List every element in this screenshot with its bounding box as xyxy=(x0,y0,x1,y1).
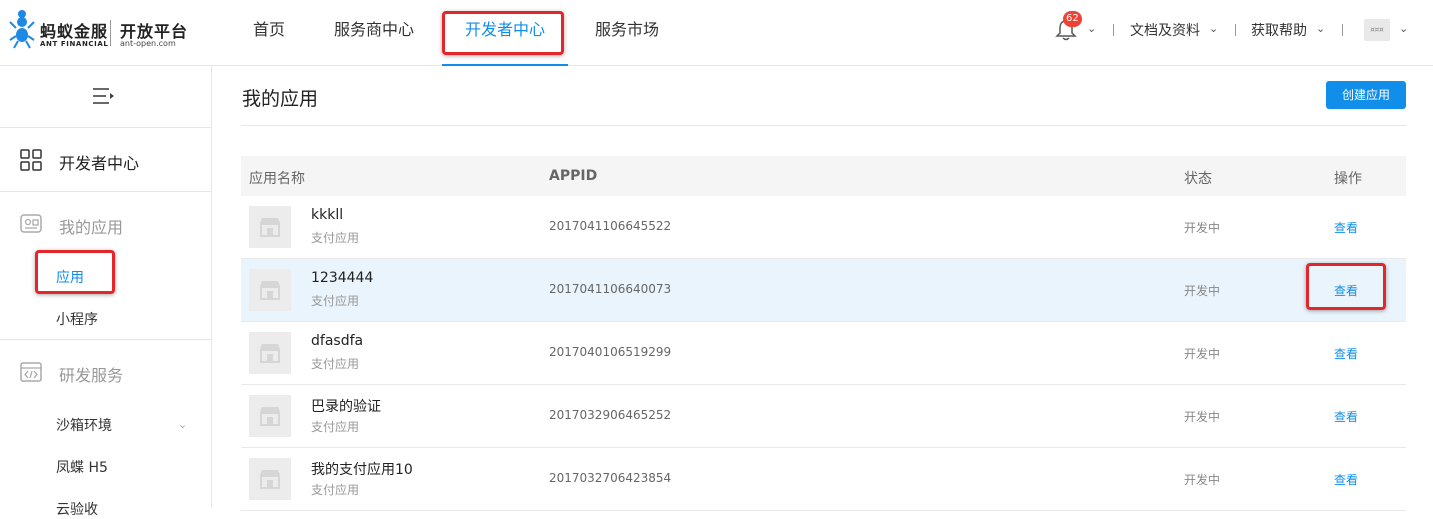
sidebar-subitem-miniprogram[interactable]: 小程序 xyxy=(56,309,98,329)
sidebar-item-label: 开发者中心 xyxy=(59,154,140,173)
header-divider xyxy=(1342,24,1343,36)
app-type: 支付应用 xyxy=(311,294,360,308)
sidebar-subitem-sandbox[interactable]: 沙箱环境 xyxy=(56,415,112,435)
notification-badge: 62 xyxy=(1063,11,1082,27)
table-header: 应用名称 APPID 状态 操作 xyxy=(241,156,1406,196)
table-row[interactable]: dfasdfa 支付应用 2017040106519299 开发中 查看 xyxy=(241,322,1406,385)
shop-icon xyxy=(260,470,280,489)
app-id: 2017032906465252 xyxy=(549,408,672,422)
logo-brand-cn: 蚂蚁金服 xyxy=(40,22,109,41)
view-link[interactable]: 查看 xyxy=(1334,282,1358,299)
view-link[interactable]: 查看 xyxy=(1334,471,1358,488)
app-status: 开发中 xyxy=(1184,284,1221,298)
top-header: 蚂蚁金服 ANT FINANCIAL 开放平台 ant-open.com 首页 … xyxy=(0,0,1433,66)
column-header-action: 操作 xyxy=(1334,171,1362,187)
table-row[interactable]: 我的支付应用10 支付应用 2017032706423854 开发中 查看 xyxy=(241,448,1406,511)
chevron-down-icon[interactable]: ⌄ xyxy=(178,418,187,431)
docs-menu[interactable]: 文档及资料 xyxy=(1130,20,1200,40)
app-thumbnail xyxy=(249,458,291,500)
app-thumbnail xyxy=(249,395,291,437)
nav-service-market[interactable]: 服务市场 xyxy=(595,0,659,66)
chevron-down-icon[interactable]: ⌄ xyxy=(1087,22,1096,35)
sidebar-divider xyxy=(0,191,211,192)
app-status: 开发中 xyxy=(1184,473,1221,487)
app-name[interactable]: dfasdfa xyxy=(311,333,363,349)
nav-developer-center[interactable]: 开发者中心 xyxy=(442,0,568,66)
create-app-button[interactable]: 创建应用 xyxy=(1326,81,1406,109)
nav-home[interactable]: 首页 xyxy=(253,0,285,66)
title-divider xyxy=(241,125,1406,126)
table-row[interactable]: kkkll 支付应用 2017041106645522 开发中 查看 xyxy=(241,196,1406,259)
app-thumbnail xyxy=(249,269,291,311)
sidebar-item-my-apps[interactable]: 我的应用 xyxy=(20,213,200,237)
app-type: 支付应用 xyxy=(311,483,360,497)
app-status: 开发中 xyxy=(1184,347,1221,361)
app-id: 2017041106645522 xyxy=(549,219,672,233)
sidebar-item-rd-services[interactable]: 研发服务 xyxy=(20,361,200,385)
app-type: 支付应用 xyxy=(311,357,360,371)
logo-platform-en: ant-open.com xyxy=(120,39,176,48)
logo-brand-en: ANT FINANCIAL xyxy=(40,40,109,48)
chevron-down-icon[interactable]: ⌄ xyxy=(1316,22,1325,35)
chevron-down-icon[interactable]: ⌄ xyxy=(1209,22,1218,35)
column-header-name: 应用名称 xyxy=(249,171,305,187)
sidebar-divider xyxy=(0,339,211,340)
sidebar-item-label: 研发服务 xyxy=(59,366,124,385)
app-id: 2017040106519299 xyxy=(549,345,672,359)
column-header-status: 状态 xyxy=(1184,171,1212,187)
shop-icon xyxy=(260,281,280,300)
shop-icon xyxy=(260,344,280,363)
sidebar-subitem-cloud-acceptance[interactable]: 云验收 xyxy=(56,499,98,519)
app-name[interactable]: 巴录的验证 xyxy=(311,396,381,416)
nav-service-provider-center[interactable]: 服务商中心 xyxy=(334,0,414,66)
app-id: 2017041106640073 xyxy=(549,282,672,296)
app-status: 开发中 xyxy=(1184,221,1221,235)
app-name[interactable]: 1234444 xyxy=(311,270,373,286)
apps-icon xyxy=(20,214,42,233)
grid-icon xyxy=(20,149,42,171)
menu-toggle-icon[interactable] xyxy=(92,86,116,106)
view-link[interactable]: 查看 xyxy=(1334,219,1358,236)
app-status: 开发中 xyxy=(1184,410,1221,424)
logo[interactable]: 蚂蚁金服 ANT FINANCIAL 开放平台 ant-open.com xyxy=(8,8,198,54)
sidebar-item-label: 我的应用 xyxy=(59,218,124,237)
app-id: 2017032706423854 xyxy=(549,471,672,485)
app-type: 支付应用 xyxy=(311,420,360,434)
avatar[interactable]: ¤¤¤ xyxy=(1364,19,1390,41)
page-title: 我的应用 xyxy=(242,88,319,110)
logo-divider xyxy=(110,20,111,46)
view-link[interactable]: 查看 xyxy=(1334,408,1358,425)
sidebar-divider xyxy=(0,127,211,128)
column-header-appid: APPID xyxy=(549,168,598,184)
header-divider xyxy=(1235,24,1236,36)
shop-icon xyxy=(260,218,280,237)
app-name[interactable]: kkkll xyxy=(311,207,343,223)
table-row[interactable]: 巴录的验证支付应用 2017032906465252 开发中 查看 xyxy=(241,385,1406,448)
shop-icon xyxy=(260,407,280,426)
help-menu[interactable]: 获取帮助 xyxy=(1251,20,1307,40)
sidebar: 开发者中心 我的应用 应用 小程序 研发服务 沙箱环境 ⌄ 凤蝶 H5 云验收 xyxy=(0,66,212,518)
table-row[interactable]: 1234444 支付应用 2017041106640073 开发中 查看 xyxy=(241,259,1406,322)
header-divider xyxy=(1113,24,1114,36)
sidebar-subitem-apps[interactable]: 应用 xyxy=(56,267,84,287)
app-type: 支付应用 xyxy=(311,231,360,245)
app-thumbnail xyxy=(249,332,291,374)
app-name[interactable]: 我的支付应用10 xyxy=(311,459,413,479)
ant-logo-icon xyxy=(9,10,35,49)
sidebar-subitem-fengdie[interactable]: 凤蝶 H5 xyxy=(56,457,108,477)
app-thumbnail xyxy=(249,206,291,248)
view-link[interactable]: 查看 xyxy=(1334,345,1358,362)
sidebar-item-developer-center[interactable]: 开发者中心 xyxy=(20,149,200,173)
code-icon xyxy=(20,362,42,382)
chevron-down-icon[interactable]: ⌄ xyxy=(1399,22,1408,35)
